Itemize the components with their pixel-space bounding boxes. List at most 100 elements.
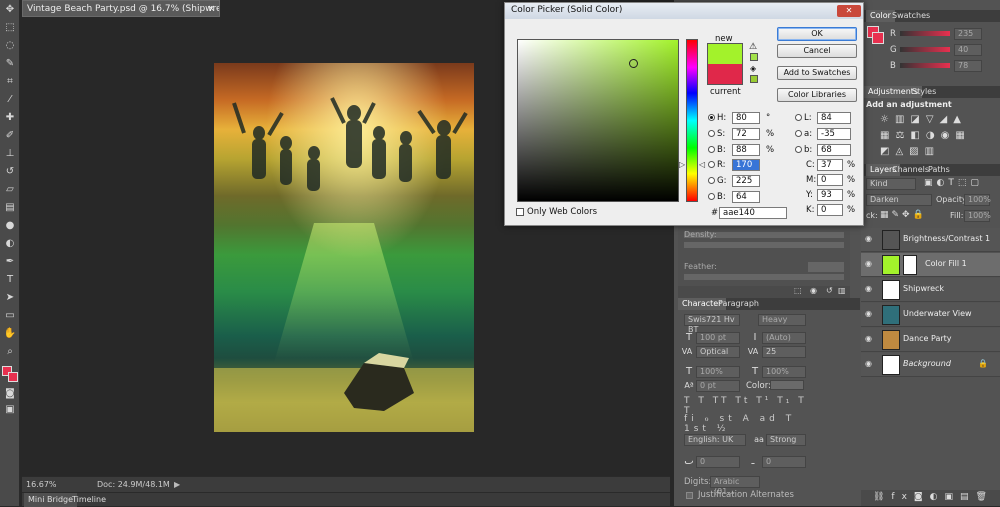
lasso-tool-icon[interactable]: ◌ <box>3 40 17 52</box>
shape-tool-icon[interactable]: ▭ <box>3 310 17 322</box>
web-safe-swatch[interactable] <box>750 75 758 83</box>
brush-tool-icon[interactable]: ✐ <box>3 130 17 142</box>
hand-tool-icon[interactable]: ✋ <box>3 328 17 340</box>
eraser-tool-icon[interactable]: ▱ <box>3 184 17 196</box>
lock-icons[interactable]: ▦✎✥🔒 <box>880 210 934 222</box>
diacritic-field-1[interactable]: 0 <box>696 456 740 468</box>
color-slider-track[interactable] <box>900 47 950 52</box>
eye-icon[interactable]: ◉ <box>865 359 875 369</box>
rgb-radio[interactable] <box>708 161 715 168</box>
tab-swatches[interactable]: Swatches <box>888 10 934 22</box>
close-icon[interactable]: × <box>207 1 215 16</box>
rgb-input[interactable]: 170 <box>732 159 760 171</box>
color-field-cursor[interactable] <box>629 59 638 68</box>
hsb-input[interactable]: 80 <box>732 112 760 124</box>
move-tool-icon[interactable]: ✥ <box>3 4 17 16</box>
density-slider[interactable] <box>684 242 844 248</box>
crop-tool-icon[interactable]: ⌗ <box>3 76 17 88</box>
healing-brush-tool-icon[interactable]: ✚ <box>3 112 17 124</box>
type-tool-icon[interactable]: T <box>3 274 17 286</box>
adjustment-icons-grid[interactable]: ☼▥◪▽◢▲ ▦⚖◧◑◉▦ ◩◬▨▥ <box>880 112 980 160</box>
opentype-buttons[interactable]: fi ℴ st A ad T 1st ½ <box>684 414 808 434</box>
layer-row[interactable]: ◉ Underwater View <box>861 303 1000 327</box>
gradient-tool-icon[interactable]: ▤ <box>3 202 17 214</box>
add-to-swatches-button[interactable]: Add to Swatches <box>777 66 857 80</box>
hue-slider[interactable] <box>686 39 698 202</box>
layer-mask-thumbnail[interactable] <box>903 255 917 275</box>
layer-row[interactable]: ◉ Dance Party <box>861 328 1000 352</box>
leading-field[interactable]: (Auto) <box>762 332 806 344</box>
pen-tool-icon[interactable]: ✒ <box>3 256 17 268</box>
layer-row[interactable]: ◉ Shipwreck <box>861 278 1000 302</box>
dialog-titlebar[interactable]: Color Picker (Solid Color) <box>505 3 863 19</box>
history-brush-tool-icon[interactable]: ↺ <box>3 166 17 178</box>
zoom-tool-icon[interactable]: ⌕ <box>3 346 17 358</box>
rgb-radio[interactable] <box>708 177 715 184</box>
eye-icon[interactable]: ◉ <box>865 309 875 319</box>
current-color-swatch[interactable] <box>707 64 743 85</box>
web-colors-checkbox[interactable] <box>516 208 524 216</box>
tab-paths[interactable]: Paths <box>924 164 954 176</box>
gamut-swatch[interactable] <box>750 53 758 61</box>
tab-styles[interactable]: Styles <box>908 86 940 98</box>
background-color-swatch[interactable] <box>8 372 18 382</box>
lab-input[interactable]: 84 <box>817 112 851 124</box>
lab-input[interactable]: 68 <box>817 144 851 156</box>
ok-button[interactable]: OK <box>777 27 857 41</box>
baseline-field[interactable]: 0 pt <box>696 380 740 392</box>
kerning-field[interactable]: Optical <box>696 346 740 358</box>
cancel-button[interactable]: Cancel <box>777 44 857 58</box>
hue-slider-handle-right[interactable]: ◁ <box>699 160 705 169</box>
tracking-field[interactable]: 25 <box>762 346 806 358</box>
lab-input[interactable]: -35 <box>817 128 851 140</box>
lab-radio[interactable] <box>795 130 802 137</box>
cmyk-input[interactable]: 93 <box>817 189 843 201</box>
hue-slider-handle-left[interactable]: ▷ <box>679 160 685 169</box>
font-family-select[interactable]: Swis721 Hv BT <box>684 314 740 334</box>
color-panel-bg-swatch[interactable] <box>872 32 884 44</box>
eye-icon[interactable]: ◉ <box>865 234 875 244</box>
hex-input[interactable]: aae140 <box>719 207 787 219</box>
justification-checkbox[interactable] <box>686 492 693 499</box>
rgb-input[interactable]: 225 <box>732 175 760 187</box>
feather-slider[interactable] <box>684 274 844 280</box>
diacritic-field-2[interactable]: 0 <box>762 456 806 468</box>
screen-mode-icon[interactable]: ▣ <box>3 404 17 416</box>
eye-icon[interactable]: ◉ <box>865 284 875 294</box>
blur-tool-icon[interactable]: ● <box>3 220 17 232</box>
tab-timeline[interactable]: Timeline <box>68 493 110 507</box>
vertical-scale-field[interactable]: 100% <box>696 366 740 378</box>
hsb-radio[interactable] <box>708 130 715 137</box>
rgb-input[interactable]: 64 <box>732 191 760 203</box>
color-libraries-button[interactable]: Color Libraries <box>777 88 857 102</box>
text-color-swatch[interactable] <box>770 380 804 390</box>
quick-select-tool-icon[interactable]: ✎ <box>3 58 17 70</box>
cmyk-input[interactable]: 37 <box>817 159 843 171</box>
eyedropper-tool-icon[interactable]: ⁄ <box>3 94 17 106</box>
font-size-field[interactable]: 100 pt <box>696 332 740 344</box>
eye-icon[interactable]: ◉ <box>865 259 875 269</box>
opacity-field[interactable]: 100% <box>964 194 991 206</box>
horizontal-scale-field[interactable]: 100% <box>762 366 806 378</box>
gamut-warning-icon[interactable]: ⚠ <box>749 41 757 53</box>
hsb-radio[interactable] <box>708 114 715 121</box>
color-slider-track[interactable] <box>900 31 950 36</box>
saturation-brightness-field[interactable] <box>517 39 679 202</box>
layer-filter-kind[interactable]: Kind <box>866 178 916 190</box>
layers-footer-icons[interactable]: ⛓fx◙◐▣▤🗑 <box>861 490 1000 506</box>
text-style-buttons[interactable]: T T TT Tt T¹ T₁ T T <box>684 396 808 416</box>
marquee-tool-icon[interactable]: ⬚ <box>3 22 17 34</box>
color-slider-value[interactable]: 235 <box>954 28 982 40</box>
path-selection-tool-icon[interactable]: ➤ <box>3 292 17 304</box>
layer-row[interactable]: ◉ Color Fill 1 <box>861 253 1000 277</box>
tab-paragraph[interactable]: Paragraph <box>714 298 763 310</box>
status-arrow-icon[interactable]: ▶ <box>174 477 180 492</box>
quick-mask-icon[interactable]: ◙ <box>3 388 17 400</box>
cmyk-input[interactable]: 0 <box>817 174 843 186</box>
layer-filter-icons[interactable]: ▣◐T⬚▢ <box>924 178 1000 190</box>
dodge-tool-icon[interactable]: ◐ <box>3 238 17 250</box>
document-tab[interactable]: Vintage Beach Party.psd @ 16.7% (Shipwre… <box>22 0 220 17</box>
rgb-radio[interactable] <box>708 193 715 200</box>
clone-stamp-tool-icon[interactable]: ⊥ <box>3 148 17 160</box>
feather-field[interactable] <box>808 262 844 272</box>
